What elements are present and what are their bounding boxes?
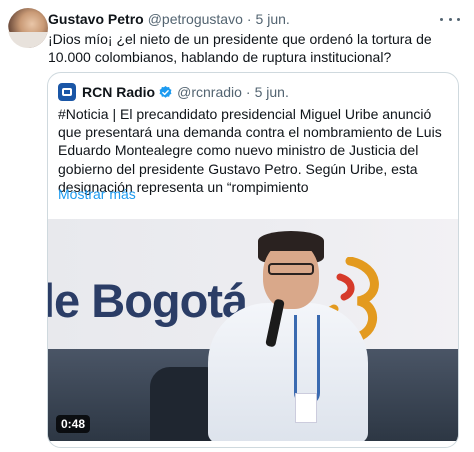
tweet[interactable]: Gustavo Petro @petrogustavo · 5 jun. ¡Di…	[0, 0, 474, 452]
quote-author-name[interactable]: RCN Radio	[82, 84, 155, 100]
video-lanyard	[294, 315, 320, 405]
avatar-shirt	[8, 32, 48, 48]
more-options-icon[interactable]	[440, 12, 460, 26]
quote-author-handle[interactable]: @rcnradio	[177, 84, 242, 100]
author-name[interactable]: Gustavo Petro	[48, 11, 144, 27]
tweet-date[interactable]: 5 jun.	[256, 11, 290, 27]
tweet-header: Gustavo Petro @petrogustavo · 5 jun.	[48, 10, 290, 28]
quoted-tweet[interactable]: RCN Radio @rcnradio · 5 jun. #Noticia | …	[47, 72, 459, 448]
video-backdrop-text: le Bogotá	[48, 274, 248, 327]
quote-header: RCN Radio @rcnradio · 5 jun.	[58, 83, 289, 101]
tweet-text: ¡Dios mío¡ ¿el nieto de un presidente qu…	[48, 31, 432, 65]
video-speaker-hair-top	[258, 231, 324, 251]
rcn-radio-logo[interactable]	[58, 83, 76, 101]
show-more-link[interactable]: Mostrar más	[58, 186, 136, 202]
header-separator: ·	[246, 11, 252, 27]
author-avatar[interactable]	[8, 8, 48, 48]
verified-badge-icon	[159, 85, 172, 98]
video-player[interactable]: le Bogotá 0:48	[48, 219, 458, 441]
video-speaker-glasses	[268, 263, 314, 275]
video-speaker-shirt	[208, 303, 368, 441]
video-name-badge	[295, 393, 317, 423]
video-duration: 0:48	[56, 415, 91, 433]
quote-date[interactable]: 5 jun.	[255, 84, 289, 100]
video-speaker-head	[263, 241, 319, 309]
author-handle[interactable]: @petrogustavo	[148, 11, 243, 27]
quote-header-separator: ·	[245, 84, 251, 100]
quote-text: #Noticia | El precandidato presidencial …	[58, 106, 442, 195]
